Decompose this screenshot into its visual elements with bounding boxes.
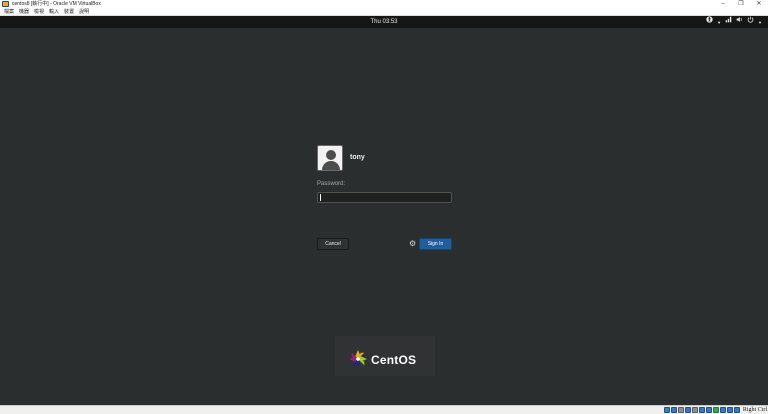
usb-icon[interactable] xyxy=(692,407,698,413)
menu-help[interactable]: 說明 xyxy=(79,8,89,16)
chevron-down-icon: ▼ xyxy=(717,19,722,25)
window-titlebar: centos8 [執行中] - Oracle VM VirtualBox – ❐… xyxy=(0,0,768,8)
menubar: 檔案 機器 檢視 輸入 裝置 說明 xyxy=(0,8,768,16)
host-key-label: Right Ctrl xyxy=(742,407,767,413)
menu-machine[interactable]: 機器 xyxy=(19,8,29,16)
menu-view[interactable]: 檢視 xyxy=(34,8,44,16)
text-caret xyxy=(320,194,321,201)
clock[interactable]: Thu 03:53 xyxy=(0,16,768,28)
optical-drive-icon[interactable] xyxy=(671,407,677,413)
volume-icon xyxy=(736,16,743,28)
accessibility-icon[interactable] xyxy=(706,16,713,28)
network-icon xyxy=(725,16,732,28)
avatar-head xyxy=(326,150,336,160)
network-adapter-icon[interactable] xyxy=(685,407,691,413)
virtualbox-app-icon xyxy=(2,1,9,7)
password-label: Password: xyxy=(317,181,346,187)
menu-input[interactable]: 輸入 xyxy=(49,8,59,16)
username-label: tony xyxy=(350,154,365,161)
centos-logo-text: CentOS xyxy=(371,353,417,367)
centos-logo-icon xyxy=(349,350,367,368)
audio-icon[interactable] xyxy=(678,407,684,413)
power-icon xyxy=(747,16,754,28)
user-avatar xyxy=(317,145,343,171)
sign-in-button[interactable]: Sign In xyxy=(419,238,452,250)
gnome-top-bar: Thu 03:53 ▼ ▼ xyxy=(0,16,768,28)
hard-disk-icon[interactable] xyxy=(664,407,670,413)
minimize-button[interactable]: – xyxy=(714,0,732,8)
mouse-integration-icon[interactable] xyxy=(727,407,733,413)
cpu-icon[interactable] xyxy=(720,407,726,413)
keyboard-icon[interactable] xyxy=(734,407,740,413)
window-controls: – ❐ ✕ xyxy=(714,0,768,8)
vbox-status-bar: Right Ctrl xyxy=(0,405,768,414)
menu-devices[interactable]: 裝置 xyxy=(64,8,74,16)
chevron-down-icon: ▼ xyxy=(758,19,762,25)
restore-button[interactable]: ❐ xyxy=(732,0,750,8)
menu-file[interactable]: 檔案 xyxy=(4,8,14,16)
shared-folders-icon[interactable] xyxy=(699,407,705,413)
recording-icon[interactable] xyxy=(713,407,719,413)
system-menu[interactable]: ▼ ▼ xyxy=(706,16,762,28)
password-field[interactable] xyxy=(317,192,452,203)
gear-icon[interactable]: ⚙ xyxy=(409,238,416,250)
display-icon[interactable] xyxy=(706,407,712,413)
avatar-body xyxy=(322,161,340,170)
cancel-button[interactable]: Cancel xyxy=(317,238,349,250)
close-button[interactable]: ✕ xyxy=(750,0,768,8)
device-status-icons xyxy=(664,407,740,414)
